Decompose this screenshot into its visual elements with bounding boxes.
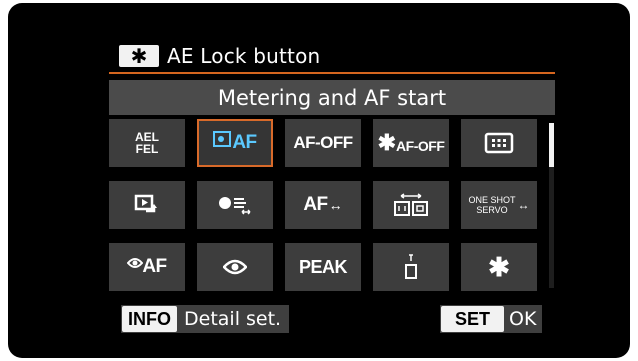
scrollbar-thumb[interactable] xyxy=(549,123,554,167)
camera-menu-screen: ✱ AE Lock button Metering and AF start A… xyxy=(8,3,630,358)
option-af-off-label: AF-OFF xyxy=(396,138,445,154)
selected-function-name: Metering and AF start xyxy=(109,80,555,115)
option-eye-af[interactable]: AF xyxy=(109,243,185,291)
option-peaking[interactable]: PEAK xyxy=(285,243,361,291)
option-one-shot-servo[interactable]: ONE SHOT SERVO ↔ xyxy=(461,181,537,229)
detail-set-button[interactable]: INFO Detail set. xyxy=(121,305,290,333)
option-ael-fel[interactable]: AEL FEL xyxy=(109,119,185,167)
level-icon xyxy=(404,254,418,280)
af-point-frame-icon xyxy=(484,132,514,154)
set-key-icon: SET xyxy=(441,306,505,332)
eye-icon xyxy=(127,257,144,269)
option-electronic-level[interactable] xyxy=(373,243,449,291)
option-af-point-selection[interactable] xyxy=(461,119,537,167)
af-area-switch-icon xyxy=(393,193,429,217)
option-af-label: AF xyxy=(142,256,167,277)
option-ae-lock-af-off[interactable]: ✱ AF-OFF xyxy=(373,119,449,167)
ok-label: OK xyxy=(509,308,537,330)
playback-icon xyxy=(134,194,160,216)
option-peak-label: PEAK xyxy=(298,256,348,277)
asterisk-icon: ✱ xyxy=(119,45,159,67)
option-playback[interactable] xyxy=(109,181,185,229)
option-af-off[interactable]: AF-OFF xyxy=(285,119,361,167)
option-eye-detection[interactable] xyxy=(197,243,273,291)
option-af-label: AF xyxy=(303,194,328,215)
option-af-switch[interactable]: AF ↔ xyxy=(285,181,361,229)
servo-label: SERVO xyxy=(476,205,508,215)
detail-set-label: Detail set. xyxy=(184,308,282,330)
option-af-off-label: AF-OFF xyxy=(293,133,353,152)
option-af-area-switch[interactable] xyxy=(373,181,449,229)
info-key-icon: INFO xyxy=(122,306,177,332)
menu-header: ✱ AE Lock button xyxy=(119,41,320,71)
option-metering-mode[interactable] xyxy=(197,181,273,229)
option-metering-af-start[interactable]: AF xyxy=(197,119,273,167)
double-arrow-icon: ↔ xyxy=(328,197,343,213)
one-shot-label: ONE SHOT xyxy=(468,195,516,205)
metering-mode-icon xyxy=(218,194,252,216)
ok-button[interactable]: SET OK xyxy=(440,305,543,333)
asterisk-icon: ✱ xyxy=(377,130,397,155)
double-arrow-icon: ↔ xyxy=(517,198,530,212)
scrollbar[interactable] xyxy=(549,123,554,288)
menu-title: AE Lock button xyxy=(167,44,321,68)
option-af-label: AF xyxy=(232,132,257,153)
asterisk-icon: ✱ xyxy=(488,251,510,282)
metering-icon xyxy=(213,131,232,147)
header-divider xyxy=(109,72,555,74)
eye-icon xyxy=(223,259,247,275)
option-fel-label: FEL xyxy=(135,142,159,156)
option-ae-lock[interactable]: ✱ xyxy=(461,243,537,291)
function-grid: AEL FEL AF AF-OFF ✱ AF-OFF AF ↔ ONE SHOT… xyxy=(109,119,543,293)
